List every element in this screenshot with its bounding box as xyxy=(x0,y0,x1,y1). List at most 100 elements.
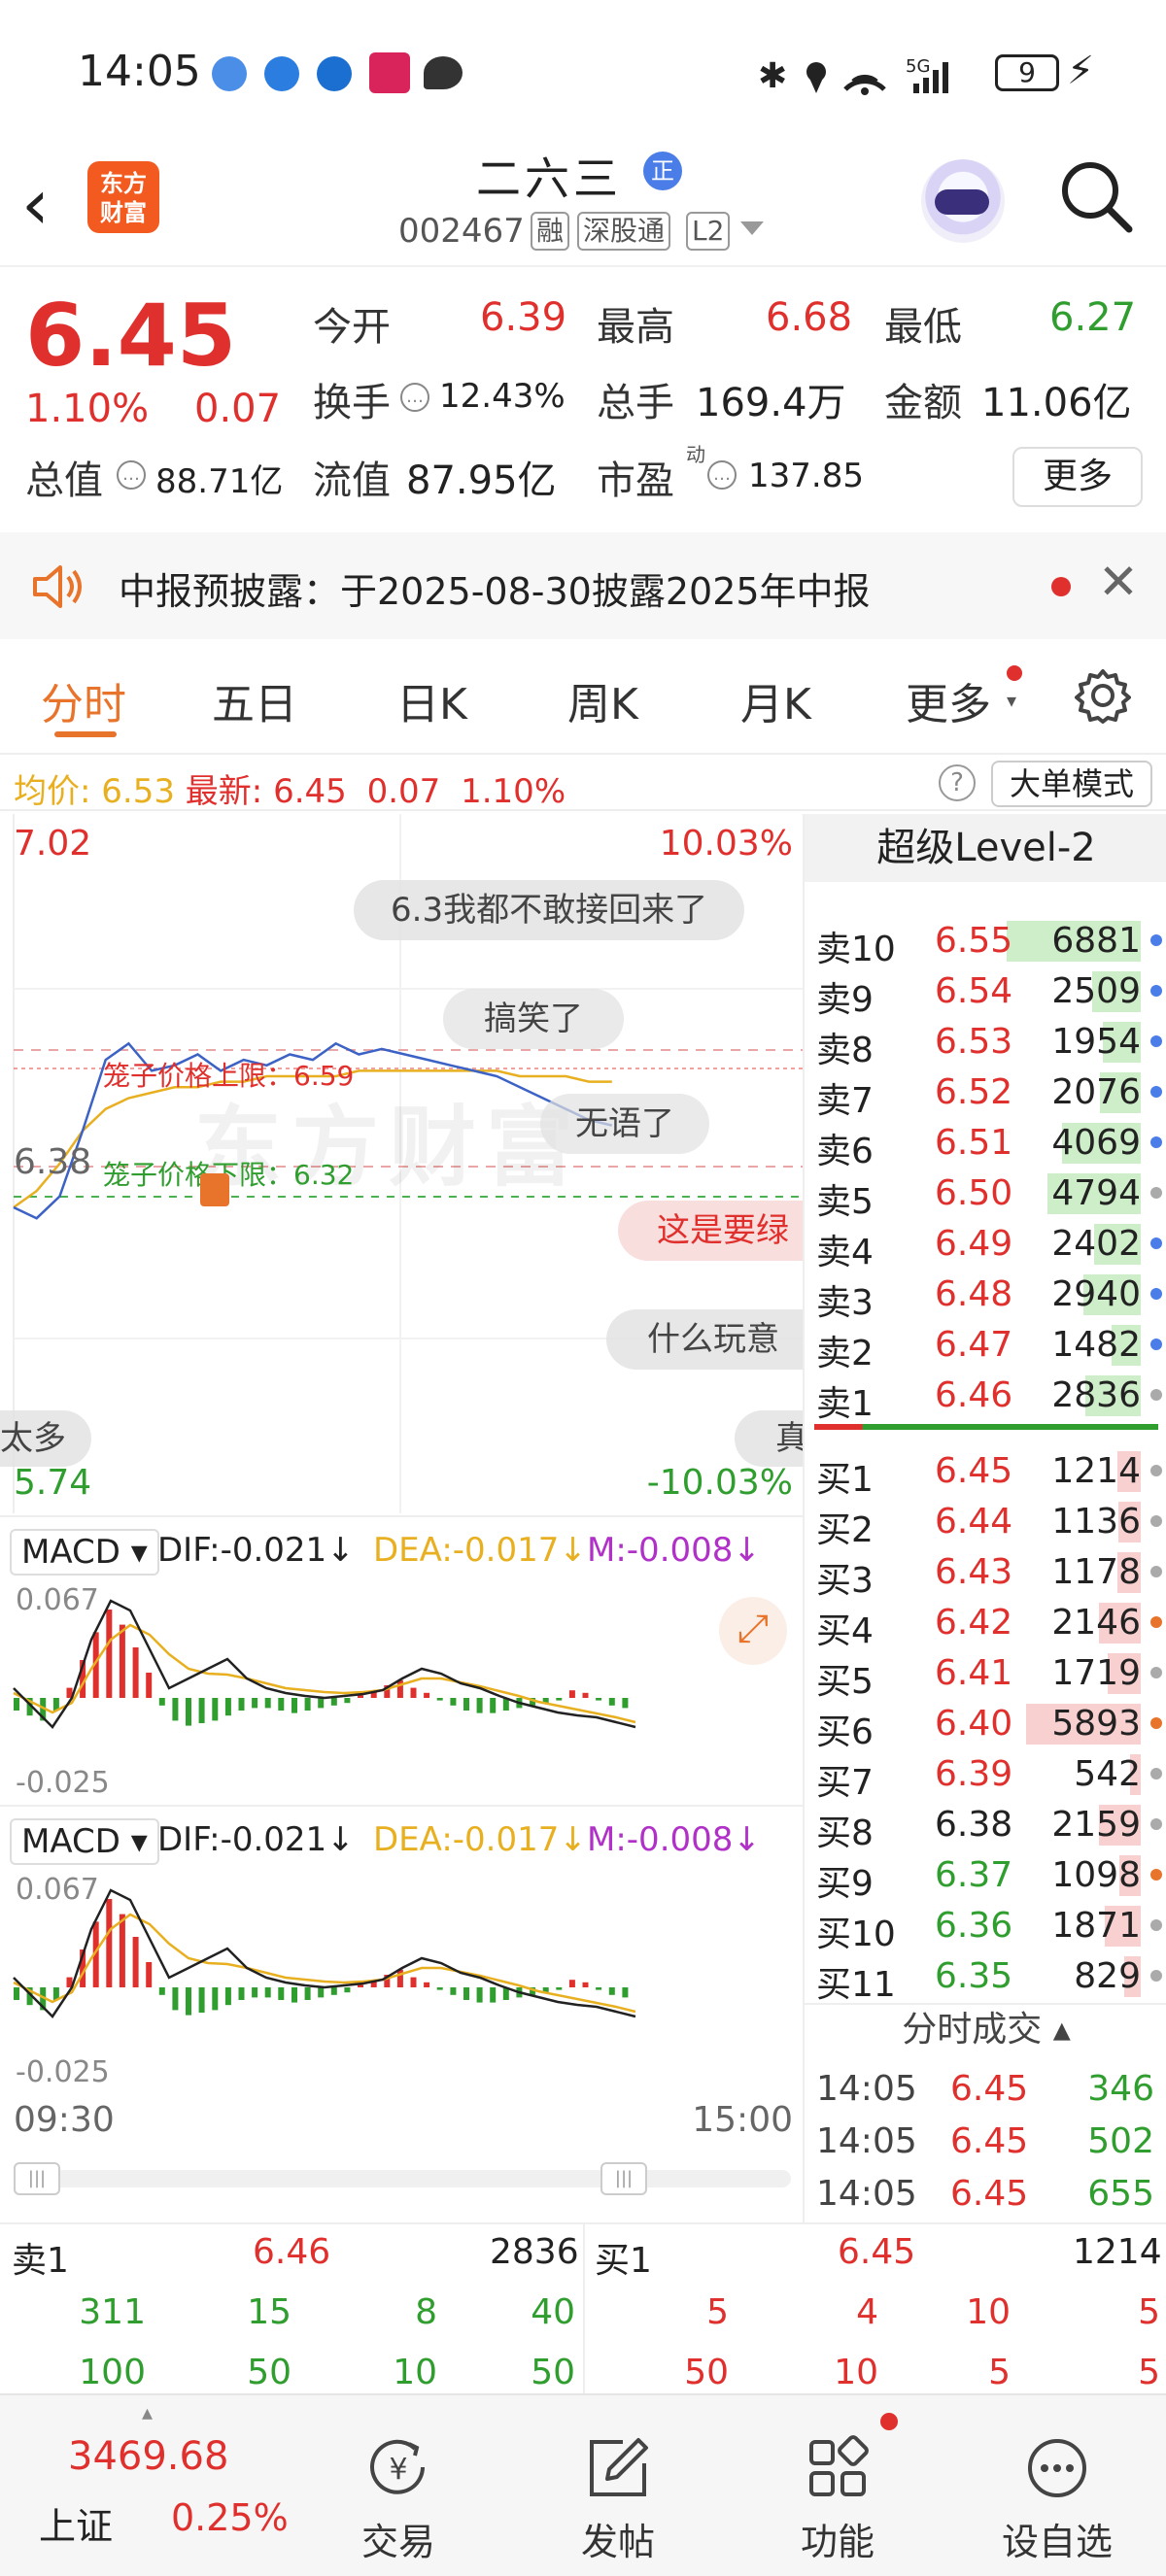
intraday-chart[interactable]: 东方财富 7.02 10.03% 6.38 笼子价格上限：6.59 笼子价格下限… xyxy=(0,814,803,1513)
macd-panel-1[interactable]: MACD ▾ DIF:-0.021↓ DEA:-0.017↓ M:-0.008↓… xyxy=(0,1515,803,1807)
level2-title[interactable]: 超级Level-2 xyxy=(805,814,1166,882)
b-marker-icon[interactable] xyxy=(200,1173,229,1206)
macd-bar xyxy=(106,1610,113,1698)
bid-row[interactable]: 买1 6.45 1214 xyxy=(805,1445,1166,1500)
macd-panel-2[interactable]: MACD ▾ DIF:-0.021↓ DEA:-0.017↓ M:-0.008↓… xyxy=(0,1805,803,2096)
back-icon[interactable]: ‹ xyxy=(21,165,70,243)
status-bar: 14:05 ✱ 5G 9 ⚡ xyxy=(0,0,1166,146)
macd-bottom-value: -0.025 xyxy=(16,1766,110,1800)
macd-bar xyxy=(410,1687,417,1698)
comment-bubble[interactable]: 太多 xyxy=(0,1410,91,1467)
macd-bar xyxy=(463,1698,469,1711)
bid-row[interactable]: 买7 6.39 542 xyxy=(805,1748,1166,1803)
robot-visor xyxy=(935,189,989,215)
tick-price: 6.45 xyxy=(950,2174,1029,2214)
expand-icon[interactable]: ⤢ xyxy=(719,1597,787,1665)
macd-bar xyxy=(292,1698,297,1713)
order-price: 6.50 xyxy=(935,1173,1013,1213)
ask-row[interactable]: 卖1 6.46 2836 xyxy=(805,1370,1166,1424)
info-icon[interactable]: … xyxy=(707,460,737,490)
queue-order-size: 8 xyxy=(415,2292,437,2332)
ask-row[interactable]: 卖3 6.48 2940 xyxy=(805,1269,1166,1323)
tab-intraday[interactable]: 分时 xyxy=(41,669,126,731)
big-order-mode-button[interactable]: 大单模式 xyxy=(991,761,1152,807)
macd-m: M:-0.008↓ xyxy=(587,1531,761,1570)
search-icon[interactable] xyxy=(1059,159,1133,233)
order-price: 6.53 xyxy=(935,1022,1013,1062)
bid-row[interactable]: 买10 6.36 1871 xyxy=(805,1900,1166,1954)
app-logo[interactable]: 东方 财富 xyxy=(87,161,159,233)
tab-monthly-k[interactable]: 月K xyxy=(740,669,811,731)
nav-post[interactable]: 发帖 xyxy=(540,2434,696,2565)
comment-bubble[interactable]: 什么玩意 xyxy=(606,1309,803,1370)
bid-row[interactable]: 买9 6.37 1098 xyxy=(805,1849,1166,1904)
ask-row[interactable]: 卖7 6.52 2076 xyxy=(805,1067,1166,1121)
macd-bar xyxy=(608,1987,615,1995)
more-button[interactable]: 更多 xyxy=(1012,447,1143,507)
order-price: 6.55 xyxy=(935,921,1013,961)
macd-bar xyxy=(436,1987,443,1990)
bid-row[interactable]: 买8 6.38 2159 xyxy=(805,1799,1166,1853)
buy1-price: 6.45 xyxy=(838,2232,916,2272)
ask-row[interactable]: 卖6 6.51 4069 xyxy=(805,1117,1166,1171)
comment-bubble[interactable]: 真 xyxy=(735,1410,803,1467)
comment-bubble[interactable]: 无语了 xyxy=(540,1094,709,1154)
dropdown-icon[interactable] xyxy=(740,221,764,235)
high-label: 最高 xyxy=(597,305,674,350)
info-icon[interactable]: … xyxy=(117,460,146,490)
order-level-label: 买2 xyxy=(816,1510,874,1550)
comment-bubble[interactable]: 6.3我都不敢接回来了 xyxy=(354,880,745,940)
order-price: 6.41 xyxy=(935,1653,1013,1693)
tab-weekly-k[interactable]: 周K xyxy=(567,669,638,731)
notice-banner[interactable]: 中报预披露：于2025-08-30披露2025年中报 ✕ xyxy=(0,532,1166,639)
ask-row[interactable]: 卖5 6.50 4794 xyxy=(805,1168,1166,1222)
index-pct[interactable]: 0.25% xyxy=(171,2496,289,2539)
bid-row[interactable]: 买4 6.42 2146 xyxy=(805,1597,1166,1651)
nav-trade[interactable]: ¥ 交易 xyxy=(321,2434,476,2565)
chart-scroll-track[interactable] xyxy=(14,2170,791,2187)
ticks-header[interactable]: 分时成交 ▴ xyxy=(805,2003,1166,2057)
nav-add-watchlist[interactable]: 设自选 xyxy=(979,2434,1135,2565)
video-app-icon xyxy=(369,52,410,93)
macd-bar xyxy=(158,1987,165,1995)
ask-row[interactable]: 卖9 6.54 2509 xyxy=(805,966,1166,1020)
comment-bubble[interactable]: 这是要绿 xyxy=(618,1201,803,1261)
help-icon[interactable]: ? xyxy=(939,764,976,801)
gear-icon[interactable] xyxy=(1075,667,1131,724)
nav-functions[interactable]: 功能 xyxy=(760,2434,915,2565)
macd-bar xyxy=(172,1987,179,2011)
macd-bar xyxy=(582,1692,589,1698)
scroll-handle-left[interactable]: ||| xyxy=(14,2162,60,2195)
tab-five-day[interactable]: 五日 xyxy=(212,669,297,731)
macd-dea: DEA:-0.017↓ xyxy=(373,1820,587,1859)
new-dot xyxy=(1007,665,1022,681)
float-label: 流值 xyxy=(313,458,391,503)
bid-row[interactable]: 买3 6.43 1178 xyxy=(805,1546,1166,1601)
order-source-dot xyxy=(1150,1187,1162,1199)
collapse-icon[interactable]: ▴ xyxy=(142,2401,153,2425)
close-icon[interactable]: ✕ xyxy=(1098,554,1139,610)
macd-bar xyxy=(224,1698,231,1716)
ask-row[interactable]: 卖10 6.55 6881 xyxy=(805,915,1166,969)
ask-row[interactable]: 卖4 6.49 2402 xyxy=(805,1218,1166,1272)
macd-selector[interactable]: MACD ▾ xyxy=(10,1529,159,1576)
queue-divider xyxy=(583,2224,585,2395)
macd-bar xyxy=(330,1987,337,1995)
tab-daily-k[interactable]: 日K xyxy=(396,669,467,731)
index-name[interactable]: 上证 xyxy=(39,2496,113,2550)
order-volume: 2940 xyxy=(1051,1274,1141,1314)
index-value[interactable]: 3469.68 xyxy=(68,2434,228,2479)
ask-row[interactable]: 卖8 6.53 1954 xyxy=(805,1016,1166,1070)
bid-row[interactable]: 买6 6.40 5893 xyxy=(805,1698,1166,1752)
macd-bar xyxy=(318,1698,325,1709)
order-level-label: 买9 xyxy=(816,1864,874,1904)
macd-selector[interactable]: MACD ▾ xyxy=(10,1818,159,1865)
tab-more[interactable]: 更多 xyxy=(906,669,991,731)
bid-row[interactable]: 买11 6.35 829 xyxy=(805,1950,1166,2005)
scroll-handle-right[interactable]: ||| xyxy=(600,2162,647,2195)
bid-row[interactable]: 买2 6.44 1136 xyxy=(805,1496,1166,1550)
ask-row[interactable]: 卖2 6.47 1482 xyxy=(805,1319,1166,1373)
info-icon[interactable]: … xyxy=(400,383,429,412)
bid-row[interactable]: 买5 6.41 1719 xyxy=(805,1647,1166,1702)
comment-bubble[interactable]: 搞笑了 xyxy=(443,989,624,1049)
